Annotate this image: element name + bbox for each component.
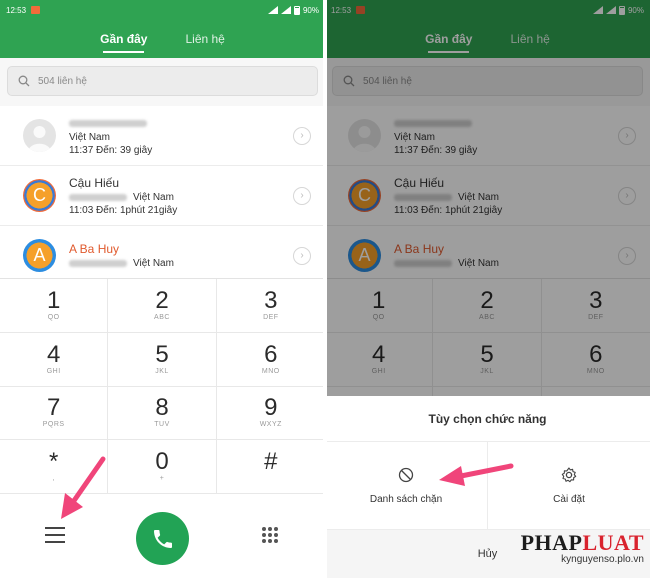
person-icon xyxy=(28,126,51,152)
call-button[interactable] xyxy=(136,512,189,565)
call-detail: 11:37 Đến: 39 giây xyxy=(69,144,153,156)
contact-name: A Ba Huy xyxy=(69,242,120,256)
status-time: 12:53 xyxy=(6,5,27,15)
key-digit: 1 xyxy=(46,286,61,314)
key-letters: DEF xyxy=(263,313,279,321)
chevron-right-icon[interactable]: › xyxy=(293,186,311,205)
blurred-number xyxy=(69,193,127,201)
menu-icon[interactable] xyxy=(45,527,65,543)
status-bar: 12:53 90% xyxy=(0,0,325,20)
key-digit: # xyxy=(264,448,278,476)
key-digit: 8 xyxy=(155,394,169,422)
dialpad-key-2[interactable]: 2 ABC xyxy=(108,279,217,333)
list-item[interactable]: Việt Nam 11:37 Đến: 39 giây › xyxy=(0,106,325,166)
recent-calls-list: Việt Nam 11:37 Đến: 39 giây › C Cậu Hiếu… xyxy=(0,106,325,286)
key-letters: + xyxy=(159,475,165,483)
tab-bar: Gần đây Liên hệ xyxy=(0,20,325,58)
dialer-screen-left: 12:53 90% Gần đây Liên hệ 504 liên hệ Vi… xyxy=(0,0,325,578)
key-letters: JKL xyxy=(155,367,169,375)
signal-icon-2 xyxy=(280,6,291,14)
key-digit: 5 xyxy=(155,340,169,368)
key-letters: WXYZ xyxy=(259,421,282,429)
key-letters: GHI xyxy=(46,367,61,375)
dialpad-key-4[interactable]: 4 GHI xyxy=(0,332,109,387)
tab-contacts[interactable]: Liên hệ xyxy=(183,22,226,56)
contact-location: Việt Nam xyxy=(133,191,174,203)
person-avatar xyxy=(23,119,56,152)
key-digit: 7 xyxy=(46,394,61,422)
search-icon xyxy=(18,75,30,87)
dialpad-key-7[interactable]: 7PQRS xyxy=(0,386,109,441)
signal-icon xyxy=(267,6,278,14)
battery-level: 90% xyxy=(302,5,319,15)
key-letters: MNO xyxy=(261,367,280,375)
chevron-right-icon[interactable]: › xyxy=(293,126,311,145)
chevron-right-icon[interactable]: › xyxy=(293,246,311,265)
block-icon xyxy=(398,467,414,483)
blurred-number xyxy=(69,260,127,267)
key-digit: 3 xyxy=(264,286,278,314)
key-digit: 6 xyxy=(264,340,278,368)
key-digit: 2 xyxy=(155,286,169,314)
dialer-screen-right: 12:53 90% Gần đây Liên hệ 504 liên hệ Vi… xyxy=(325,0,650,578)
watermark-logo: PHAPLUAT kynguyenso.plo.vn xyxy=(521,530,644,565)
settings-label: Cài đặt xyxy=(553,494,585,505)
dialpad-key-0[interactable]: 0+ xyxy=(108,440,217,494)
search-placeholder: 504 liên hệ xyxy=(38,75,87,87)
battery-icon xyxy=(293,5,300,15)
screenshot-canvas: 12:53 90% Gần đây Liên hệ 504 liên hệ Vi… xyxy=(0,0,650,578)
dialpad-key-hash[interactable]: # xyxy=(216,440,325,494)
phone-icon xyxy=(153,529,172,548)
key-letters: QO xyxy=(47,313,60,321)
key-digit: 4 xyxy=(46,340,61,368)
key-digit: 9 xyxy=(264,394,278,422)
contact-avatar: C xyxy=(23,179,56,212)
contact-name: Cậu Hiếu xyxy=(69,175,120,190)
pointer-arrow-icon xyxy=(439,463,514,486)
contact-info: Cậu Hiếu Việt Nam 11:03 Đến: 1phút 21giâ… xyxy=(69,175,177,217)
sheet-title: Tùy chọn chức năng xyxy=(325,396,650,442)
contact-location: Việt Nam xyxy=(133,258,174,269)
blurred-number xyxy=(69,119,147,127)
contact-location: Việt Nam xyxy=(69,131,110,143)
contact-info: A Ba Huy Việt Nam xyxy=(69,241,174,270)
list-item[interactable]: C Cậu Hiếu Việt Nam 11:03 Đến: 1phút 21g… xyxy=(0,166,325,226)
dialpad-key-3[interactable]: 3 DEF xyxy=(216,279,325,333)
key-letters: ABC xyxy=(154,313,170,321)
call-detail: 11:03 Đến: 1phút 21giây xyxy=(69,204,178,216)
pointer-arrow-icon xyxy=(61,456,106,519)
contact-avatar: A xyxy=(23,239,56,272)
contact-info: Việt Nam 11:37 Đến: 39 giây xyxy=(69,115,152,157)
dialpad-toggle-icon[interactable] xyxy=(262,527,278,543)
block-list-label: Danh sách chặn xyxy=(369,494,443,505)
dialpad-key-5[interactable]: 5 JKL xyxy=(108,332,217,387)
panel-divider xyxy=(323,0,327,578)
dialpad-key-6[interactable]: 6 MNO xyxy=(216,333,325,387)
gear-icon xyxy=(561,467,577,483)
dialpad-key-9[interactable]: 9WXYZ xyxy=(216,387,325,441)
key-digit: 0 xyxy=(155,448,169,476)
key-letters: PQRS xyxy=(42,421,65,429)
dialpad: 1QO 2ABC 3DEF 4GHI 5JKL 6MNO 7PQRS 8TUV … xyxy=(0,278,325,494)
key-letters: TUV xyxy=(154,421,170,429)
dialpad-key-8[interactable]: 8TUV xyxy=(108,386,217,441)
search-input[interactable]: 504 liên hệ xyxy=(7,66,318,96)
notification-icon xyxy=(31,6,41,14)
list-item[interactable]: A A Ba Huy Việt Nam › xyxy=(0,226,325,286)
status-icons: 90% xyxy=(267,5,319,15)
dialer-bottom-bar xyxy=(0,494,325,578)
tab-recent[interactable]: Gần đây xyxy=(98,22,149,56)
watermark-brand: PHAPLUAT xyxy=(520,530,644,555)
dialpad-key-1[interactable]: 1 QO xyxy=(0,279,109,333)
